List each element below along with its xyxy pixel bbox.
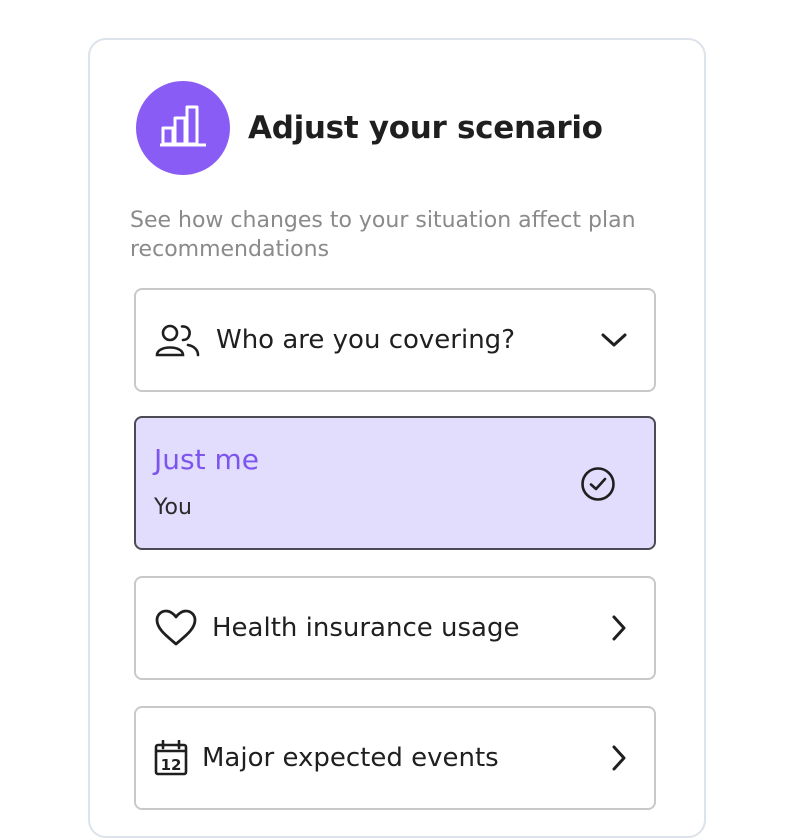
page-subtitle: See how changes to your situation affect…	[130, 208, 636, 262]
scenario-card: Adjust your scenario See how changes to …	[88, 38, 706, 838]
option-just-me[interactable]: Just me You	[134, 416, 656, 550]
usage-row[interactable]: Health insurance usage	[134, 576, 656, 680]
covering-dropdown[interactable]: Who are you covering?	[134, 288, 656, 392]
card-header: Adjust your scenario	[136, 81, 603, 175]
events-row[interactable]: 12 Major expected events	[134, 706, 656, 810]
usage-label: Health insurance usage	[212, 613, 520, 643]
heart-icon	[154, 609, 198, 647]
covering-label: Who are you covering?	[216, 325, 515, 355]
bar-chart-icon	[159, 104, 207, 152]
chevron-down-icon[interactable]	[600, 331, 628, 349]
calendar-icon: 12	[154, 740, 188, 776]
header-avatar	[136, 81, 230, 175]
chevron-right-icon[interactable]	[610, 614, 628, 642]
chevron-right-icon[interactable]	[610, 744, 628, 772]
events-label: Major expected events	[202, 743, 499, 773]
option-title: Just me	[154, 443, 259, 476]
check-circle-icon	[580, 466, 616, 506]
users-icon	[154, 323, 202, 357]
option-subtitle: You	[154, 495, 192, 520]
calendar-day: 12	[161, 756, 182, 774]
page-title: Adjust your scenario	[248, 110, 603, 146]
